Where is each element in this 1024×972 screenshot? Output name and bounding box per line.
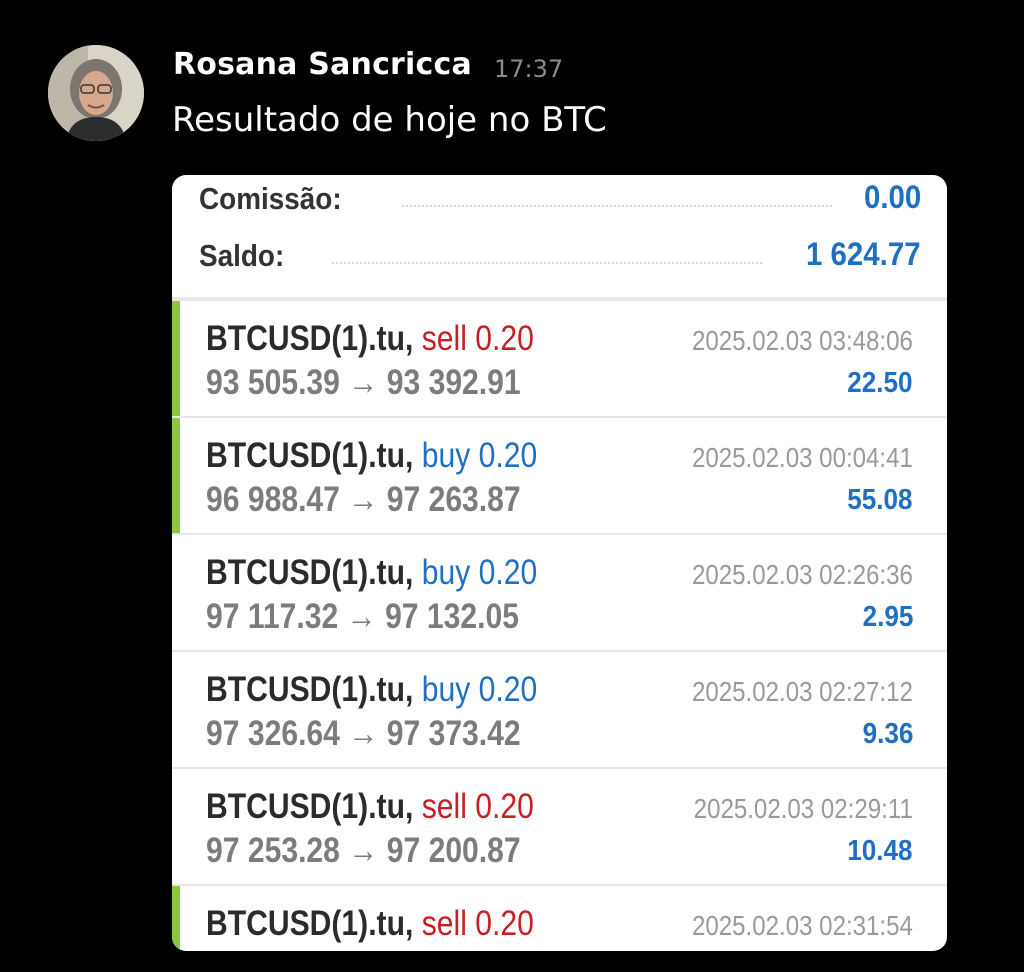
trade-row[interactable]: BTCUSD(1).tu, sell 0.20 2025.02.03 02:31… bbox=[172, 886, 947, 951]
trade-symbol: BTCUSD(1).tu, bbox=[206, 904, 414, 943]
commission-value: 0.00 bbox=[863, 179, 921, 215]
trade-prices: 97 117.32 → 97 132.05 bbox=[206, 597, 519, 636]
trade-title: BTCUSD(1).tu, buy 0.20 bbox=[206, 436, 537, 476]
balance-row: Saldo: 1 624.77 bbox=[172, 232, 947, 288]
trade-profit: 2.95 bbox=[862, 601, 913, 633]
trade-title: BTCUSD(1).tu, sell 0.20 bbox=[206, 787, 534, 827]
balance-value: 1 624.77 bbox=[806, 236, 921, 272]
trade-side: buy 0.20 bbox=[421, 436, 538, 475]
avatar[interactable] bbox=[48, 45, 144, 141]
trade-profit: 22.50 bbox=[847, 367, 913, 399]
trade-history-image[interactable]: Comissão: 0.00 Saldo: 1 624.77 BTCUSD(1)… bbox=[172, 175, 947, 951]
trade-prices: 97 326.64 → 97 373.42 bbox=[206, 714, 521, 753]
trade-title: BTCUSD(1).tu, buy 0.20 bbox=[206, 670, 537, 710]
trade-symbol: BTCUSD(1).tu, bbox=[206, 436, 414, 475]
trade-symbol: BTCUSD(1).tu, bbox=[206, 670, 414, 709]
trade-prices: 96 988.47 → 97 263.87 bbox=[206, 480, 521, 519]
trade-row[interactable]: BTCUSD(1).tu, buy 0.20 97 326.64 → 97 37… bbox=[172, 652, 947, 769]
trade-profit: 9.36 bbox=[862, 718, 913, 750]
trade-title: BTCUSD(1).tu, buy 0.20 bbox=[206, 553, 537, 593]
trade-timestamp: 2025.02.03 00:04:41 bbox=[692, 442, 913, 473]
sender-name[interactable]: Rosana Sancricca bbox=[173, 47, 472, 82]
trade-prices: 97 253.28 → 97 200.87 bbox=[206, 831, 521, 870]
commission-label: Comissão: bbox=[199, 181, 342, 216]
trade-row[interactable]: BTCUSD(1).tu, sell 0.20 97 253.28 → 97 2… bbox=[172, 769, 947, 886]
trade-side: sell 0.20 bbox=[421, 904, 534, 943]
trade-side: sell 0.20 bbox=[421, 787, 534, 826]
trade-symbol: BTCUSD(1).tu, bbox=[206, 553, 414, 592]
message-time: 17:37 bbox=[494, 55, 564, 83]
trade-side: sell 0.20 bbox=[421, 319, 534, 358]
commission-row: Comissão: 0.00 bbox=[172, 175, 947, 231]
trade-profit: 55.08 bbox=[847, 484, 913, 516]
dotted-leader bbox=[402, 205, 832, 207]
dotted-leader bbox=[332, 262, 762, 264]
trade-prices: 93 505.39 → 93 392.91 bbox=[206, 363, 521, 402]
trade-row[interactable]: BTCUSD(1).tu, buy 0.20 97 117.32 → 97 13… bbox=[172, 535, 947, 652]
trade-row[interactable]: BTCUSD(1).tu, buy 0.20 96 988.47 → 97 26… bbox=[172, 418, 947, 535]
trade-symbol: BTCUSD(1).tu, bbox=[206, 787, 414, 826]
trade-profit: 10.48 bbox=[847, 835, 913, 867]
trade-timestamp: 2025.02.03 02:29:11 bbox=[693, 793, 913, 824]
user-avatar-photo bbox=[48, 45, 144, 141]
trade-row[interactable]: BTCUSD(1).tu, sell 0.20 93 505.39 → 93 3… bbox=[172, 301, 947, 418]
trade-side: buy 0.20 bbox=[421, 670, 538, 709]
row-accent-bar bbox=[172, 418, 180, 533]
row-accent-bar bbox=[172, 886, 180, 951]
trade-title: BTCUSD(1).tu, sell 0.20 bbox=[206, 319, 534, 359]
trade-timestamp: 2025.02.03 02:26:36 bbox=[692, 559, 913, 590]
message-text: Resultado de hoje no BTC bbox=[172, 100, 607, 140]
trade-side: buy 0.20 bbox=[421, 553, 538, 592]
trade-timestamp: 2025.02.03 03:48:06 bbox=[692, 325, 913, 356]
trade-title: BTCUSD(1).tu, sell 0.20 bbox=[206, 904, 534, 944]
trade-timestamp: 2025.02.03 02:27:12 bbox=[692, 676, 913, 707]
trade-timestamp: 2025.02.03 02:31:54 bbox=[692, 910, 913, 941]
balance-label: Saldo: bbox=[199, 238, 285, 273]
row-accent-bar bbox=[172, 301, 180, 416]
trade-symbol: BTCUSD(1).tu, bbox=[206, 319, 414, 358]
